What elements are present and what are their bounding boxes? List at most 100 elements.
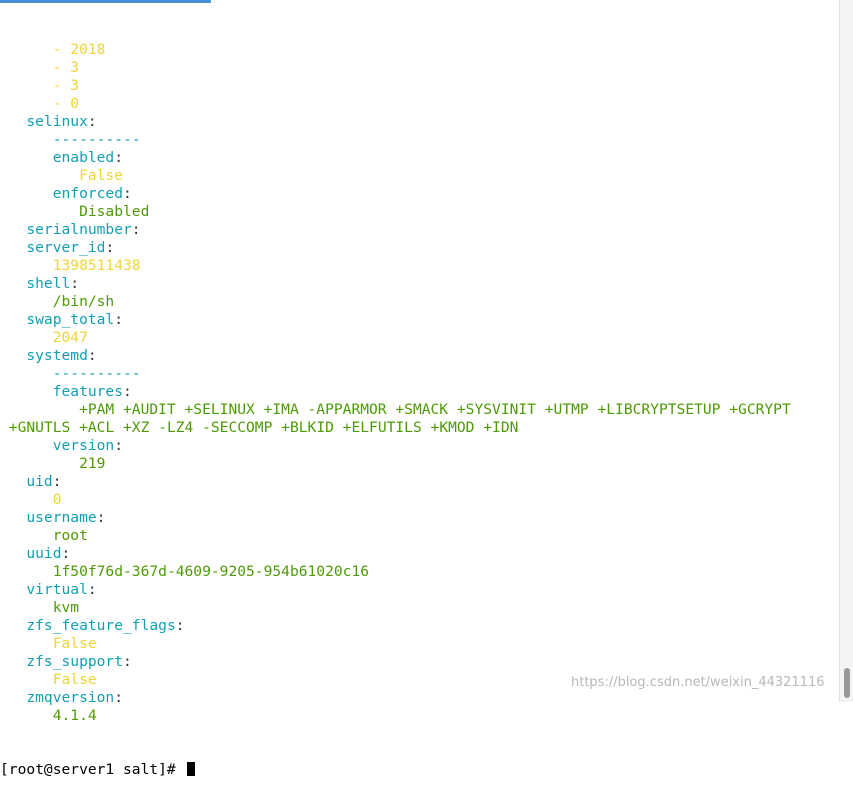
output-line: 0 — [0, 491, 840, 509]
output-line: 2047 — [0, 329, 840, 347]
output-line: kvm — [0, 599, 840, 617]
output-segment: +PAM +AUDIT +SELINUX +IMA -APPARMOR +SMA… — [79, 401, 791, 418]
output-line: - 0 — [0, 95, 840, 113]
output-line: 1398511438 — [0, 257, 840, 275]
output-segment: uuid — [26, 545, 62, 562]
output-segment: features — [52, 383, 124, 400]
output-segment — [0, 329, 53, 346]
output-segment: version — [52, 437, 115, 454]
output-segment: : — [123, 383, 132, 400]
output-segment — [0, 203, 79, 220]
output-segment: username — [26, 509, 97, 526]
output-line: False — [0, 635, 840, 653]
output-segment: : — [114, 149, 124, 166]
output-line: ---------- — [0, 131, 840, 149]
output-segment: 219 — [79, 455, 106, 472]
output-segment: ---------- — [52, 131, 141, 148]
output-line: shell: — [0, 275, 840, 293]
output-line: False — [0, 167, 840, 185]
output-segment — [0, 185, 53, 202]
output-segment — [0, 221, 26, 238]
output-segment — [0, 689, 26, 706]
output-segment — [0, 131, 53, 148]
output-segment — [0, 419, 9, 436]
output-line: +PAM +AUDIT +SELINUX +IMA -APPARMOR +SMA… — [0, 401, 840, 419]
output-segment: systemd — [26, 347, 88, 364]
output-segment — [0, 581, 26, 598]
output-segment: : — [87, 581, 97, 598]
output-line: server_id: — [0, 239, 840, 257]
output-line: 4.1.4 — [0, 707, 840, 725]
output-segment: : — [70, 275, 80, 292]
output-segment — [0, 473, 26, 490]
output-line: zfs_support: — [0, 653, 840, 671]
output-segment: 2047 — [52, 329, 88, 346]
output-segment — [0, 113, 26, 130]
output-segment: - 0 — [52, 95, 80, 112]
output-segment: zfs_feature_flags — [26, 617, 176, 634]
output-lines: - 2018 - 3 - 3 - 0 selinux: ---------- e… — [0, 41, 840, 725]
output-segment — [0, 599, 53, 616]
output-line: - 2018 — [0, 41, 840, 59]
output-segment: root — [52, 527, 88, 544]
terminal-output[interactable]: - 2018 - 3 - 3 - 0 selinux: ---------- e… — [0, 5, 840, 778]
output-segment: 0 — [52, 491, 62, 508]
output-segment: : — [61, 545, 71, 562]
output-line: - 3 — [0, 59, 840, 77]
output-segment: 1f50f76d-367d-4609-9205-954b61020c16 — [52, 563, 370, 580]
output-line: selinux: — [0, 113, 840, 131]
output-segment: : — [131, 221, 141, 238]
output-segment: kvm — [52, 599, 80, 616]
output-segment — [0, 563, 53, 580]
output-segment: : — [114, 689, 124, 706]
output-segment: - 2018 — [52, 41, 106, 58]
output-segment — [0, 617, 26, 634]
output-line: zmqversion: — [0, 689, 840, 707]
output-segment: serialnumber — [26, 221, 132, 238]
output-segment — [0, 257, 53, 274]
watermark: https://blog.csdn.net/weixin_44321116 — [571, 675, 825, 690]
output-segment: : — [52, 473, 62, 490]
output-segment: : — [105, 239, 115, 256]
output-line: 219 — [0, 455, 840, 473]
output-line: enabled: — [0, 149, 840, 167]
output-segment — [0, 707, 53, 724]
output-segment: shell — [26, 275, 71, 292]
output-segment — [0, 293, 53, 310]
output-segment: Disabled — [79, 203, 150, 220]
output-segment — [0, 347, 26, 364]
output-segment: zfs_support — [26, 653, 124, 670]
vertical-scrollbar[interactable] — [839, 0, 853, 702]
output-line: Disabled — [0, 203, 840, 221]
output-segment: : — [96, 509, 106, 526]
output-segment — [0, 239, 26, 256]
output-segment — [0, 41, 53, 58]
output-segment: : — [114, 437, 124, 454]
output-segment — [0, 635, 53, 652]
output-segment: 4.1.4 — [52, 707, 97, 724]
output-segment: : — [114, 311, 124, 328]
output-segment: 1398511438 — [52, 257, 141, 274]
output-segment — [0, 167, 79, 184]
output-segment: server_id — [26, 239, 106, 256]
text-cursor — [186, 762, 195, 776]
output-line: uuid: — [0, 545, 840, 563]
output-segment: False — [52, 635, 97, 652]
output-segment: - 3 — [52, 77, 80, 94]
output-line: virtual: — [0, 581, 840, 599]
command-prompt-line[interactable]: [root@server1 salt]# — [0, 761, 840, 779]
scrollbar-thumb[interactable] — [844, 668, 850, 698]
output-line: systemd: — [0, 347, 840, 365]
output-segment: enabled — [52, 149, 115, 166]
output-segment — [0, 437, 53, 454]
output-segment — [0, 365, 53, 382]
output-line: swap_total: — [0, 311, 840, 329]
output-line: 1f50f76d-367d-4609-9205-954b61020c16 — [0, 563, 840, 581]
output-segment: uid — [26, 473, 53, 490]
output-segment: : — [87, 347, 97, 364]
output-segment — [0, 275, 26, 292]
active-tab-indicator — [0, 0, 211, 3]
output-segment: zmqversion — [26, 689, 115, 706]
output-segment — [0, 455, 79, 472]
output-line: ---------- — [0, 365, 840, 383]
